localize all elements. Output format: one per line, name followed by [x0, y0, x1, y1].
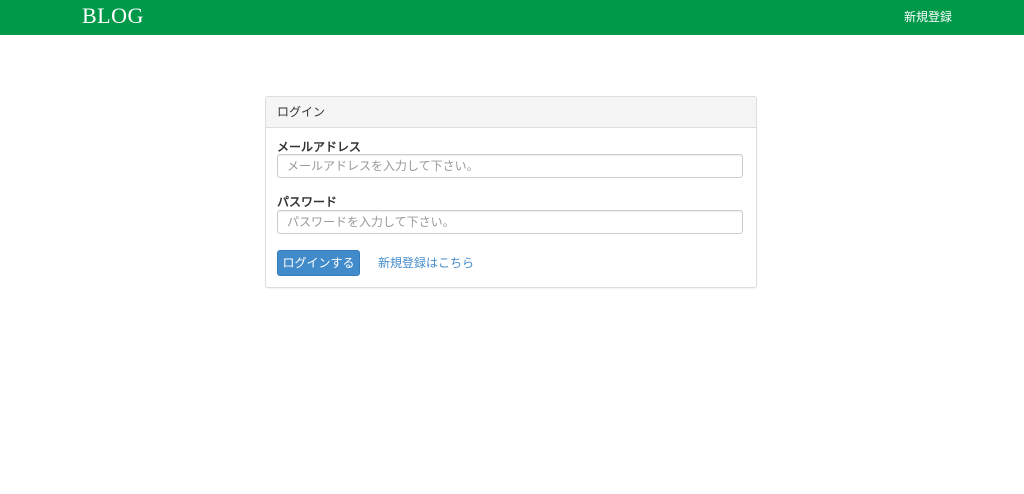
brand-logo[interactable]: BLOG: [82, 3, 144, 29]
login-button[interactable]: ログインする: [277, 250, 360, 276]
email-field[interactable]: [277, 154, 743, 178]
password-label: パスワード: [277, 195, 338, 209]
password-field[interactable]: [277, 210, 743, 234]
top-navbar: BLOG 新規登録: [0, 0, 1024, 35]
email-label: メールアドレス: [277, 140, 362, 154]
login-panel: ログイン メールアドレス パスワード ログインする 新規登録はこちら: [265, 96, 757, 288]
nav-register-link[interactable]: 新規登録: [904, 9, 952, 25]
register-here-link[interactable]: 新規登録はこちら: [378, 255, 474, 271]
panel-heading: ログイン: [266, 97, 756, 128]
